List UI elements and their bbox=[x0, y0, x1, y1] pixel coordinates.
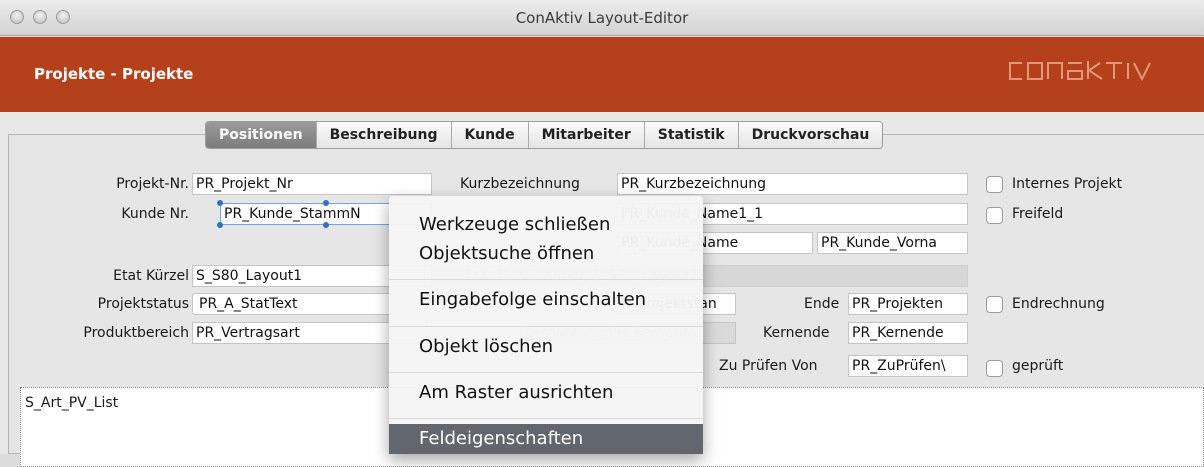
projekt-nr-field[interactable]: PR_Projekt_Nr bbox=[192, 173, 432, 195]
tab-kunde[interactable]: Kunde bbox=[451, 122, 529, 148]
zu-pruefen-label: Zu Prüfen Von bbox=[719, 358, 818, 374]
kernende-label: Kernende bbox=[763, 325, 830, 341]
produktbereich-label: Produktbereich bbox=[83, 325, 189, 341]
menu-item-am-raster-ausrichten[interactable]: Am Raster ausrichten bbox=[389, 382, 703, 403]
ende-field[interactable]: PR_Projekten bbox=[848, 293, 968, 315]
selection-handle[interactable] bbox=[217, 200, 223, 206]
geprueft-checkbox[interactable] bbox=[986, 360, 1003, 377]
menu-separator bbox=[389, 326, 703, 327]
menu-separator bbox=[389, 279, 703, 280]
menu-item-feldeigenschaften[interactable]: Feldeigenschaften bbox=[389, 424, 703, 454]
freifeld-checkbox[interactable] bbox=[986, 207, 1003, 224]
kunde-vorname-field[interactable]: PR_Kunde_Vorna bbox=[817, 232, 968, 254]
projektstatus-popup[interactable]: PR_A_StatText bbox=[192, 293, 392, 315]
tab-statistik[interactable]: Statistik bbox=[644, 122, 739, 148]
menu-item-objekt-loeschen[interactable]: Objekt löschen bbox=[389, 336, 703, 357]
geprueft-label: geprüft bbox=[1012, 358, 1064, 374]
menu-item-objektsuche-oeffnen[interactable]: Objektsuche öffnen bbox=[389, 243, 703, 264]
selection-handle[interactable] bbox=[217, 222, 223, 228]
conaktiv-logo bbox=[1006, 59, 1188, 90]
module-header: Projekte - Projekte bbox=[0, 37, 1204, 112]
tab-bar: Positionen Beschreibung Kunde Mitarbeite… bbox=[205, 121, 884, 149]
kernende-field[interactable]: PR_Kernende bbox=[848, 322, 968, 344]
list-name-label: S_Art_PV_List bbox=[25, 395, 119, 411]
freifeld-label: Freifeld bbox=[1012, 206, 1064, 222]
tab-beschreibung[interactable]: Beschreibung bbox=[316, 122, 452, 148]
window-title: ConAktiv Layout-Editor bbox=[515, 9, 689, 27]
internes-projekt-label: Internes Projekt bbox=[1012, 176, 1123, 192]
tab-positionen[interactable]: Positionen bbox=[206, 122, 317, 148]
projekt-nr-label: Projekt-Nr. bbox=[116, 176, 189, 192]
endrechnung-label: Endrechnung bbox=[1012, 296, 1105, 312]
kunde-nr-label: Kunde Nr. bbox=[121, 206, 189, 222]
internes-projekt-checkbox[interactable] bbox=[986, 176, 1003, 193]
module-title: Projekte - Projekte bbox=[34, 65, 194, 83]
selection-handle[interactable] bbox=[323, 222, 329, 228]
kurzbezeichnung-field[interactable]: PR_Kurzbezeichnung bbox=[617, 173, 968, 195]
window-titlebar: ConAktiv Layout-Editor bbox=[0, 0, 1204, 36]
zu-pruefen-field[interactable]: PR_ZuPrüfen\ bbox=[848, 355, 968, 377]
ende-label: Ende bbox=[804, 296, 840, 312]
etat-kuerzel-label: Etat Kürzel bbox=[113, 268, 189, 284]
menu-separator bbox=[389, 372, 703, 373]
kurzbezeichnung-label: Kurzbezeichnung bbox=[460, 176, 580, 192]
projektstatus-label: Projektstatus bbox=[97, 296, 189, 312]
tab-druckvorschau[interactable]: Druckvorschau bbox=[738, 122, 883, 148]
selection-handle[interactable] bbox=[323, 200, 329, 206]
conaktiv-logo-graphic bbox=[1009, 61, 1151, 82]
tab-mitarbeiter[interactable]: Mitarbeiter bbox=[528, 122, 645, 148]
menu-separator bbox=[389, 418, 703, 419]
menu-item-werkzeuge-schliessen[interactable]: Werkzeuge schließen bbox=[389, 214, 703, 235]
menu-item-eingabefolge-einschalten[interactable]: Eingabefolge einschalten bbox=[389, 289, 703, 310]
endrechnung-checkbox[interactable] bbox=[986, 296, 1003, 313]
context-menu: Werkzeuge schließen Objektsuche öffnen E… bbox=[389, 196, 703, 454]
